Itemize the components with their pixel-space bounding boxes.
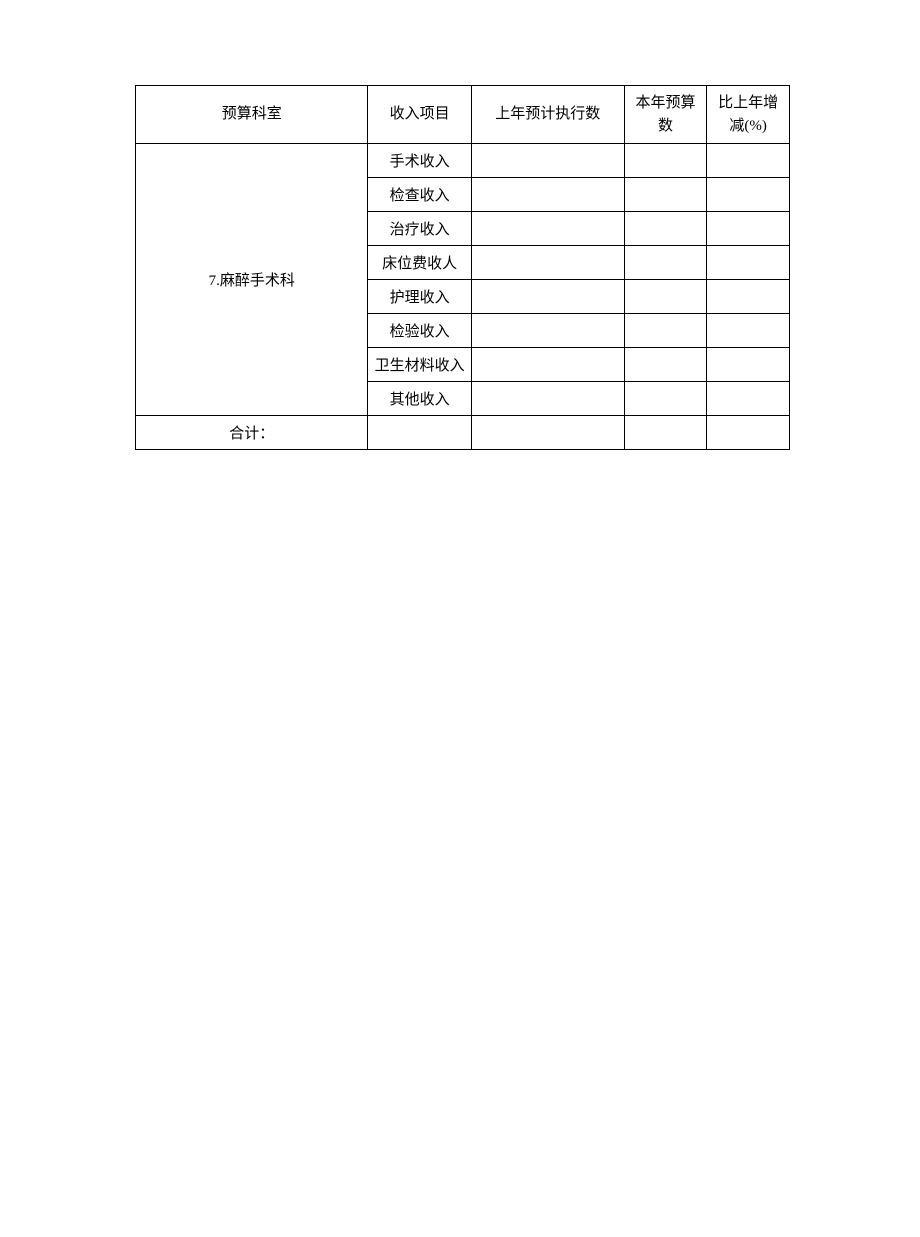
header-change-pct: 比上年增减(%) — [707, 86, 790, 144]
total-label: 合计： — [136, 416, 368, 450]
total-item — [368, 416, 471, 450]
item-label: 治疗收入 — [368, 212, 471, 246]
header-prev-year: 上年预计执行数 — [471, 86, 624, 144]
department-label: 7.麻醉手术科 — [136, 144, 368, 416]
cell-budget — [624, 314, 707, 348]
header-department: 预算科室 — [136, 86, 368, 144]
cell-prev — [471, 246, 624, 280]
cell-pct — [707, 178, 790, 212]
cell-pct — [707, 212, 790, 246]
table-header-row: 预算科室 收入项目 上年预计执行数 本年预算数 比上年增减(%) — [136, 86, 790, 144]
cell-pct — [707, 348, 790, 382]
cell-prev — [471, 382, 624, 416]
cell-budget — [624, 382, 707, 416]
cell-pct — [707, 382, 790, 416]
total-prev — [471, 416, 624, 450]
header-this-year: 本年预算数 — [624, 86, 707, 144]
item-label: 床位费收人 — [368, 246, 471, 280]
cell-pct — [707, 144, 790, 178]
item-label: 卫生材料收入 — [368, 348, 471, 382]
cell-prev — [471, 280, 624, 314]
cell-prev — [471, 178, 624, 212]
total-pct — [707, 416, 790, 450]
item-label: 护理收入 — [368, 280, 471, 314]
cell-budget — [624, 144, 707, 178]
item-label: 手术收入 — [368, 144, 471, 178]
cell-budget — [624, 212, 707, 246]
item-label: 其他收入 — [368, 382, 471, 416]
table-row: 7.麻醉手术科 手术收入 — [136, 144, 790, 178]
cell-budget — [624, 280, 707, 314]
cell-budget — [624, 348, 707, 382]
item-label: 检验收入 — [368, 314, 471, 348]
header-item: 收入项目 — [368, 86, 471, 144]
item-label: 检查收入 — [368, 178, 471, 212]
budget-table: 预算科室 收入项目 上年预计执行数 本年预算数 比上年增减(%) 7.麻醉手术科… — [135, 85, 790, 450]
cell-pct — [707, 280, 790, 314]
cell-prev — [471, 212, 624, 246]
total-row: 合计： — [136, 416, 790, 450]
cell-pct — [707, 314, 790, 348]
cell-budget — [624, 178, 707, 212]
cell-budget — [624, 246, 707, 280]
cell-pct — [707, 246, 790, 280]
cell-prev — [471, 314, 624, 348]
cell-prev — [471, 144, 624, 178]
total-budget — [624, 416, 707, 450]
cell-prev — [471, 348, 624, 382]
